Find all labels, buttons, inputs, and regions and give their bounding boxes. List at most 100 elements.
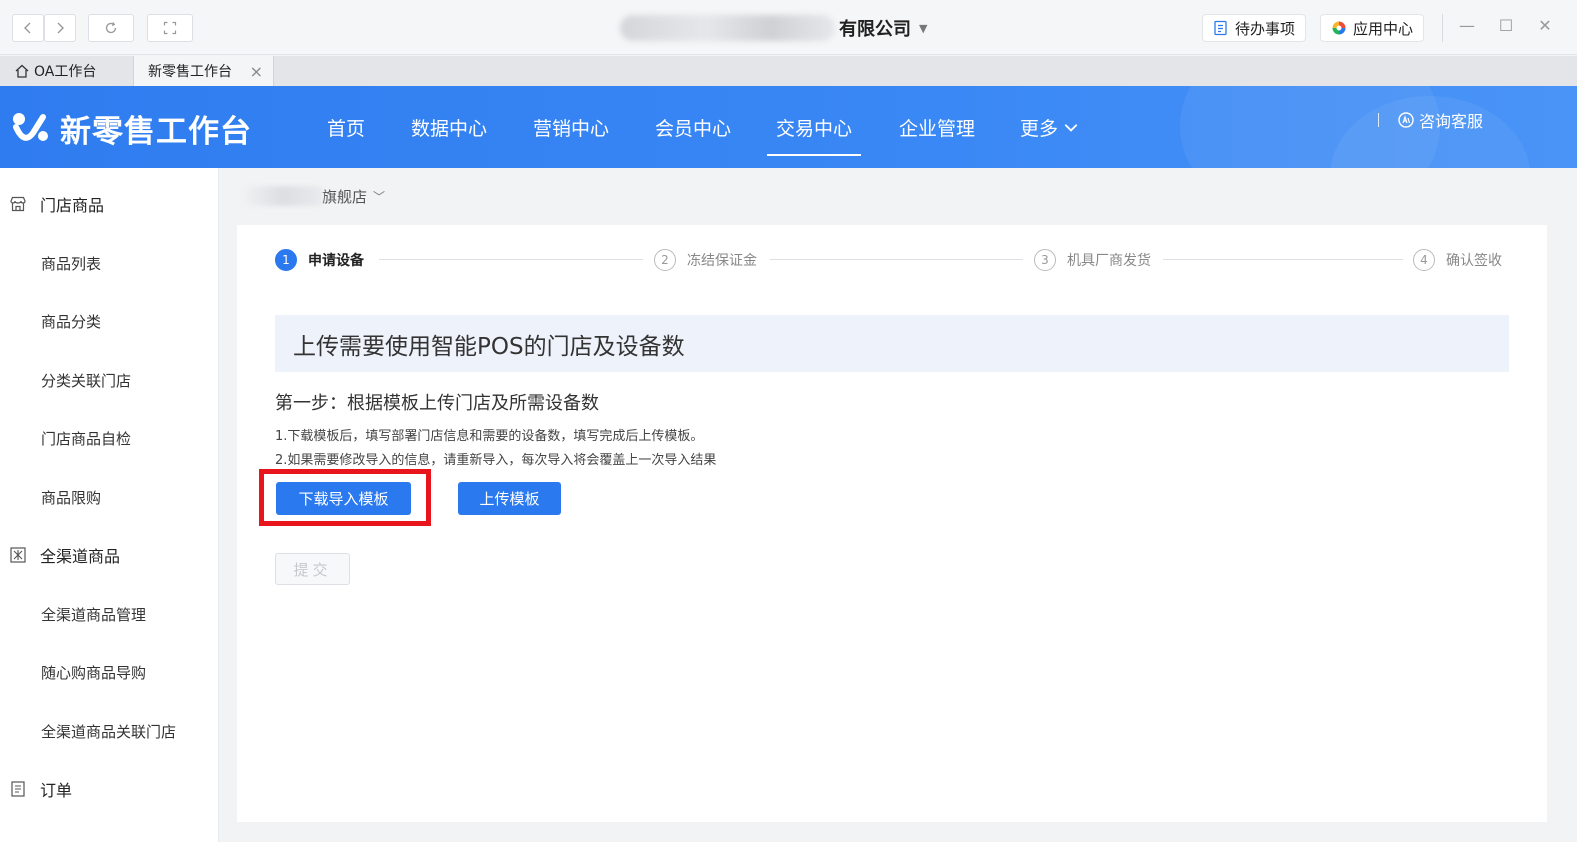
blurred-store-name (244, 186, 322, 206)
sidebar-group-store-goods[interactable]: 门店商品 (0, 184, 219, 224)
brand-logo-icon (13, 112, 48, 141)
todo-icon (1214, 20, 1227, 36)
nav-enterprise-management[interactable]: 企业管理 (899, 86, 975, 168)
chevron-down-icon (1064, 124, 1078, 132)
sidebar-group-label: 门店商品 (40, 196, 105, 215)
chevron-left-icon (24, 22, 31, 34)
todo-label: 待办事项 (1235, 19, 1296, 38)
close-window-button[interactable]: ✕ (1534, 16, 1556, 35)
sidebar-group-label: 全渠道商品 (40, 547, 121, 566)
sidebar-group-label: 订单 (40, 781, 73, 800)
tab-retail-workbench[interactable]: 新零售工作台 × (133, 56, 274, 86)
customer-service-button[interactable]: 咨询客服 (1378, 108, 1483, 132)
step-confirm-receipt: 4 确认签收 (1413, 247, 1502, 273)
brand-name: 新零售工作台 (60, 114, 252, 150)
app-center-label: 应用中心 (1353, 19, 1414, 38)
company-selector[interactable]: 有限公司 ▼ (620, 12, 927, 44)
nav-member-center[interactable]: 会员中心 (655, 86, 731, 168)
caret-down-icon: ▼ (919, 21, 928, 35)
store-name-suffix: 旗舰店 (322, 187, 368, 206)
apply-device-card: 1 申请设备 2 冻结保证金 3 机具厂商发货 4 确认签收 上传需要使用智能P… (237, 225, 1547, 822)
nav-label: 营销中心 (533, 117, 610, 140)
maximize-button[interactable]: ☐ (1495, 16, 1517, 35)
nav-more[interactable]: 更多 (1020, 86, 1079, 168)
step-label: 确认签收 (1446, 253, 1502, 269)
sidebar-item-purchase-limit[interactable]: 商品限购 (41, 482, 101, 512)
chevron-down-icon: ﹀ (373, 189, 386, 204)
section-banner: 上传需要使用智能POS的门店及设备数 (275, 315, 1509, 372)
step-label: 冻结保证金 (687, 253, 757, 269)
instruction-note-1: 1.下载模板后，填写部署门店信息和需要的设备数，填写完成后上传模板。 (275, 429, 704, 444)
sidebar: 门店商品 商品列表 商品分类 分类关联门店 门店商品自检 商品限购 全渠道商品 … (0, 168, 219, 842)
tab-label: OA工作台 (34, 64, 97, 80)
brand-logo: 新零售工作台 (12, 106, 252, 151)
step-label: 申请设备 (308, 253, 364, 269)
fullscreen-icon (163, 21, 177, 35)
banner-title: 上传需要使用智能POS的门店及设备数 (293, 333, 685, 360)
blurred-company-name (620, 15, 835, 41)
sidebar-item-goods-list[interactable]: 商品列表 (41, 248, 101, 278)
instruction-note-2: 2.如果需要修改导入的信息，请重新导入，每次导入将会覆盖上一次导入结果 (275, 453, 717, 468)
company-name-suffix: 有限公司 (839, 19, 911, 40)
store-selector[interactable]: 旗舰店 ﹀ (244, 184, 385, 208)
submit-button[interactable]: 提交 (275, 553, 350, 585)
close-icon[interactable]: × (250, 62, 263, 81)
step-number: 2 (654, 249, 676, 271)
step-one-title: 第一步：根据模板上传门店及所需设备数 (275, 393, 599, 414)
step-number: 3 (1034, 249, 1056, 271)
sidebar-item-label: 全渠道商品关联门店 (41, 722, 177, 741)
app-center-icon (1332, 21, 1346, 35)
app-center-button[interactable]: 应用中心 (1320, 14, 1425, 42)
nav-home[interactable]: 首页 (327, 86, 365, 168)
step-connector (770, 259, 1023, 260)
sidebar-item-label: 商品限购 (41, 488, 102, 507)
step-connector (379, 259, 643, 260)
tab-label: 新零售工作台 (148, 64, 232, 80)
forward-button[interactable] (44, 14, 76, 42)
title-bar: 有限公司 ▼ 待办事项 应用中心 — ☐ ✕ (0, 0, 1577, 55)
nav-label: 会员中心 (655, 117, 732, 140)
customer-service-label: 咨询客服 (1419, 112, 1484, 131)
highlight-box (259, 469, 431, 526)
headset-icon (1398, 112, 1414, 128)
sidebar-item-label: 门店商品自检 (41, 429, 132, 448)
home-icon (15, 64, 29, 78)
sidebar-item-label: 随心购商品导购 (41, 663, 147, 682)
divider (1378, 113, 1379, 127)
step-apply-device: 1 申请设备 (275, 247, 364, 273)
upload-template-button[interactable]: 上传模板 (458, 482, 561, 515)
minimize-button[interactable]: — (1456, 16, 1478, 35)
sidebar-item-omnichannel-management[interactable]: 全渠道商品管理 (41, 599, 146, 629)
app-header: 新零售工作台 首页 数据中心 营销中心 会员中心 交易中心 企业管理 更多 咨询… (0, 86, 1577, 168)
step-number: 4 (1413, 249, 1435, 271)
fullscreen-button[interactable] (147, 14, 193, 42)
sidebar-item-shopping-guide[interactable]: 随心购商品导购 (41, 657, 146, 687)
nav-label: 更多 (1020, 117, 1059, 140)
sidebar-item-label: 分类关联门店 (41, 371, 132, 390)
tab-strip: OA工作台 新零售工作台 × (0, 56, 1577, 86)
chevron-right-icon (57, 22, 64, 34)
step-number: 1 (275, 249, 297, 271)
refresh-icon (105, 22, 117, 34)
nav-label: 交易中心 (775, 117, 852, 140)
store-icon (10, 196, 26, 212)
sidebar-item-store-goods-check[interactable]: 门店商品自检 (41, 423, 131, 453)
sidebar-item-goods-category[interactable]: 商品分类 (41, 306, 101, 336)
titlebar-divider (1442, 14, 1443, 42)
nav-trade-center[interactable]: 交易中心 (767, 86, 861, 168)
todo-button[interactable]: 待办事项 (1202, 14, 1307, 42)
step-vendor-shipping: 3 机具厂商发货 (1034, 247, 1151, 273)
nav-data-center[interactable]: 数据中心 (411, 86, 487, 168)
back-button[interactable] (12, 14, 44, 42)
sidebar-item-label: 商品列表 (41, 254, 102, 273)
sidebar-group-omnichannel-goods[interactable]: 全渠道商品 (0, 535, 219, 575)
sidebar-item-omnichannel-store-link[interactable]: 全渠道商品关联门店 (41, 716, 176, 746)
nav-label: 数据中心 (411, 117, 488, 140)
nav-marketing-center[interactable]: 营销中心 (533, 86, 609, 168)
tab-oa-workbench[interactable]: OA工作台 (0, 56, 132, 86)
sidebar-group-orders[interactable]: 订单 (0, 769, 219, 809)
refresh-button[interactable] (88, 14, 134, 42)
sidebar-item-category-store-link[interactable]: 分类关联门店 (41, 365, 131, 395)
progress-steps: 1 申请设备 2 冻结保证金 3 机具厂商发货 4 确认签收 (237, 247, 1547, 273)
step-label: 机具厂商发货 (1067, 253, 1151, 269)
